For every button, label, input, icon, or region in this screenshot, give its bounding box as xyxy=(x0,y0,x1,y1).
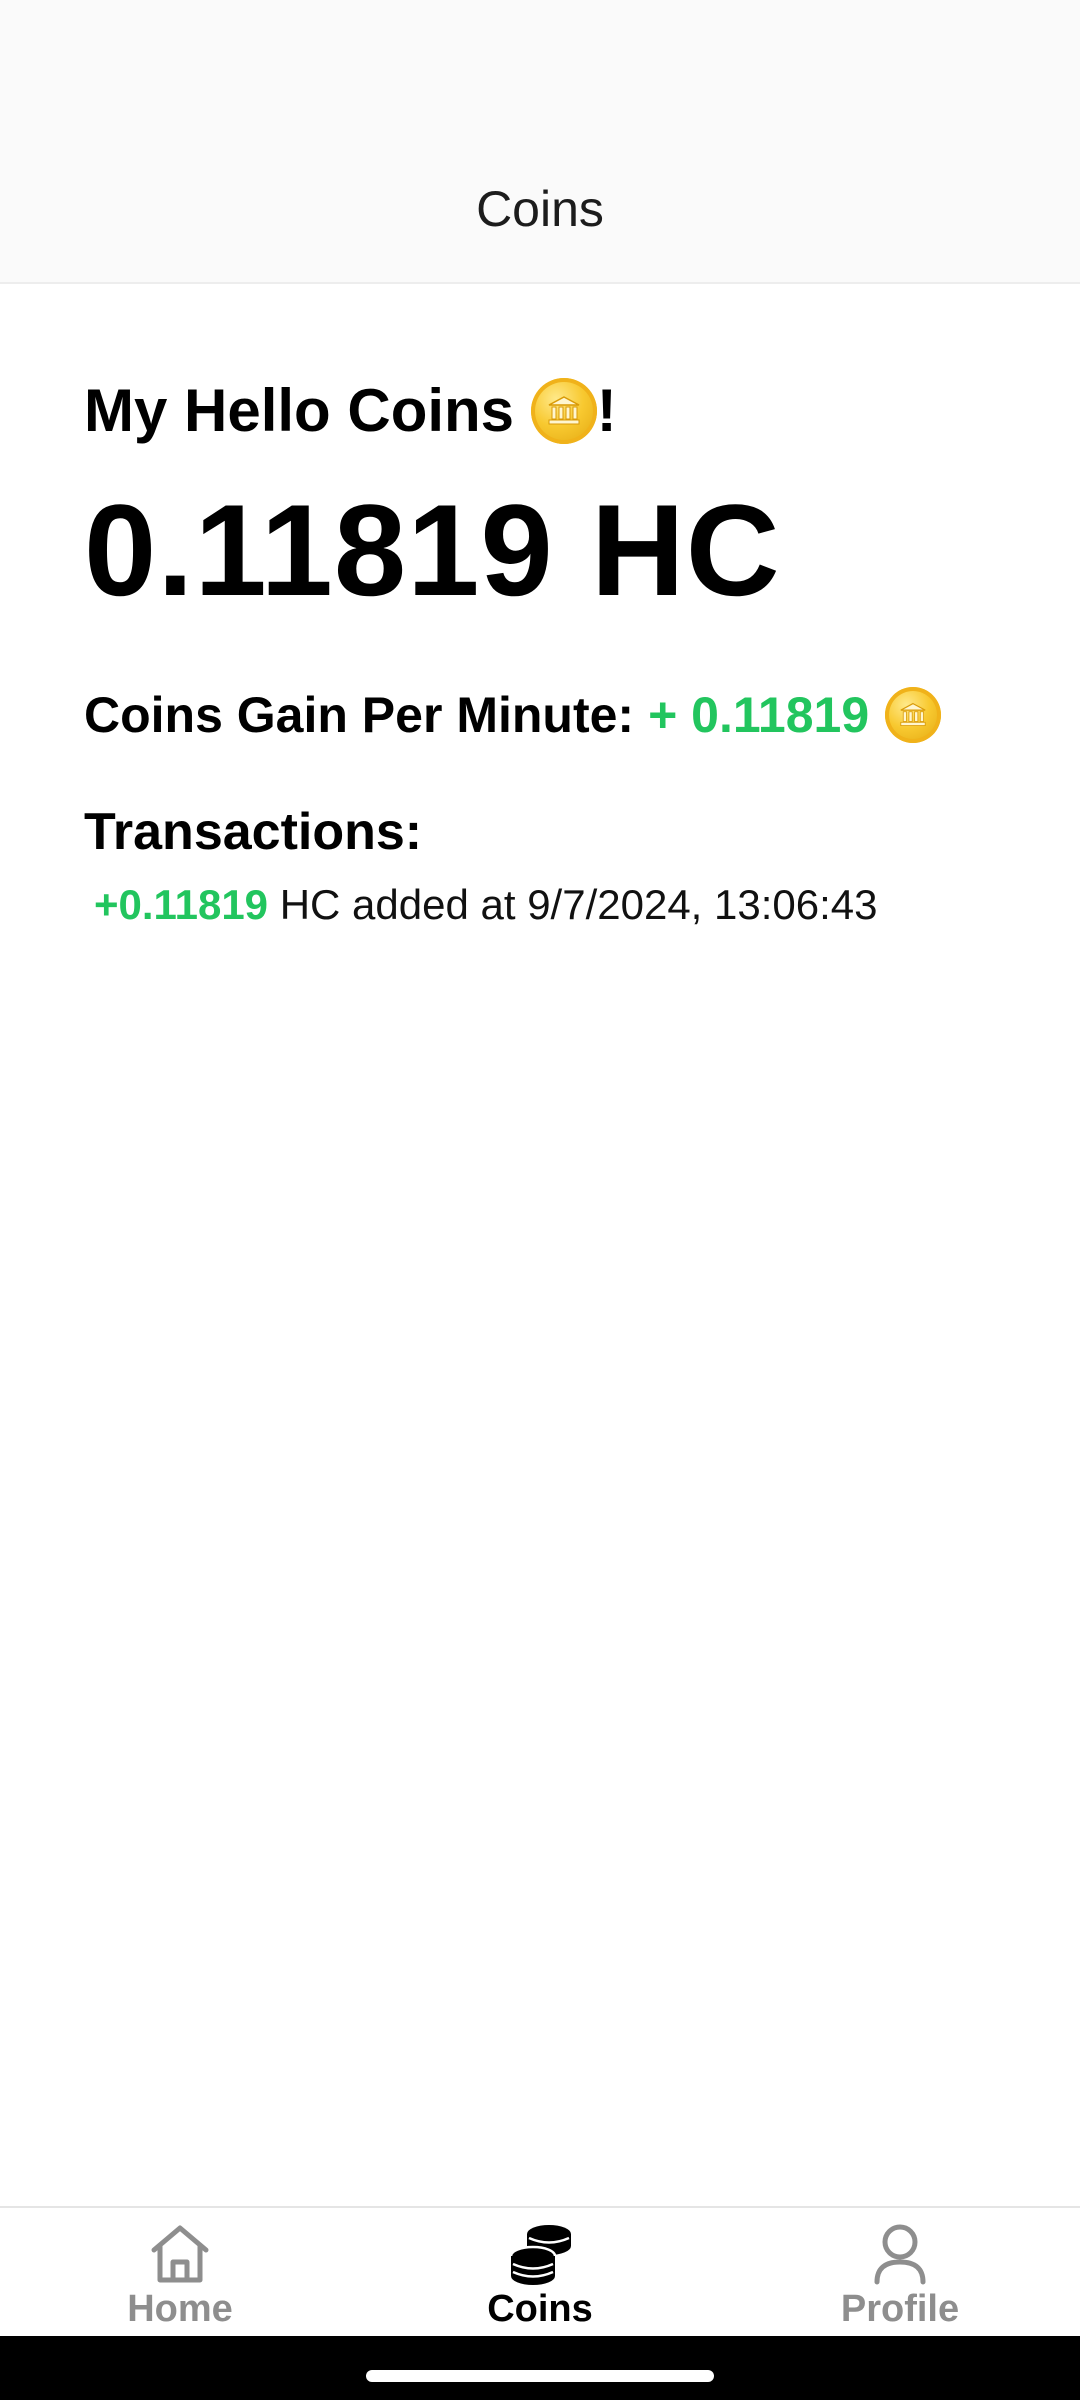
page-title: Coins xyxy=(476,181,604,237)
tab-profile-label: Profile xyxy=(840,2288,960,2330)
coins-content: My Hello Coins ! 0.11819 HC Coins Gain P… xyxy=(84,370,1034,934)
hello-coins-heading-text: My Hello Coins xyxy=(84,377,531,444)
home-icon xyxy=(151,2225,209,2283)
coin-emoji-icon xyxy=(530,378,597,444)
coins-stack-icon xyxy=(509,2225,571,2285)
coin-emoji-icon xyxy=(885,687,942,743)
gain-per-minute-label: Coins Gain Per Minute: xyxy=(84,687,635,743)
system-navigation-bar xyxy=(0,2336,1080,2400)
gain-per-minute-value: + 0.11819 xyxy=(648,687,870,743)
transaction-text: HC added at 9/7/2024, 13:06:43 xyxy=(268,881,878,928)
transaction-item: +0.11819 HC added at 9/7/2024, 13:06:43 xyxy=(94,876,1034,934)
app-header: Coins xyxy=(0,0,1080,284)
home-indicator[interactable] xyxy=(366,2370,714,2382)
tab-home-label: Home xyxy=(127,2288,233,2330)
tab-home[interactable]: Home xyxy=(0,2208,360,2336)
tab-profile[interactable]: Profile xyxy=(720,2208,1080,2336)
coins-screen: Coins My Hello Coins ! 0.11819 HC Coins … xyxy=(0,0,1080,2400)
coin-balance: 0.11819 HC xyxy=(84,477,781,623)
bank-icon xyxy=(548,396,580,425)
transactions-heading: Transactions: xyxy=(84,803,423,861)
bottom-tab-bar: Home Coins Profile xyxy=(0,2206,1080,2336)
gain-per-minute-row: Coins Gain Per Minute: + 0.11819 xyxy=(84,682,1034,748)
transaction-amount: +0.11819 xyxy=(94,881,269,928)
profile-icon xyxy=(874,2224,926,2285)
tab-coins-label: Coins xyxy=(487,2288,593,2330)
bank-icon xyxy=(900,702,926,726)
tab-coins[interactable]: Coins xyxy=(360,2208,720,2336)
hello-coins-heading: My Hello Coins ! xyxy=(84,370,1034,452)
hello-coins-heading-suffix: ! xyxy=(596,377,617,444)
